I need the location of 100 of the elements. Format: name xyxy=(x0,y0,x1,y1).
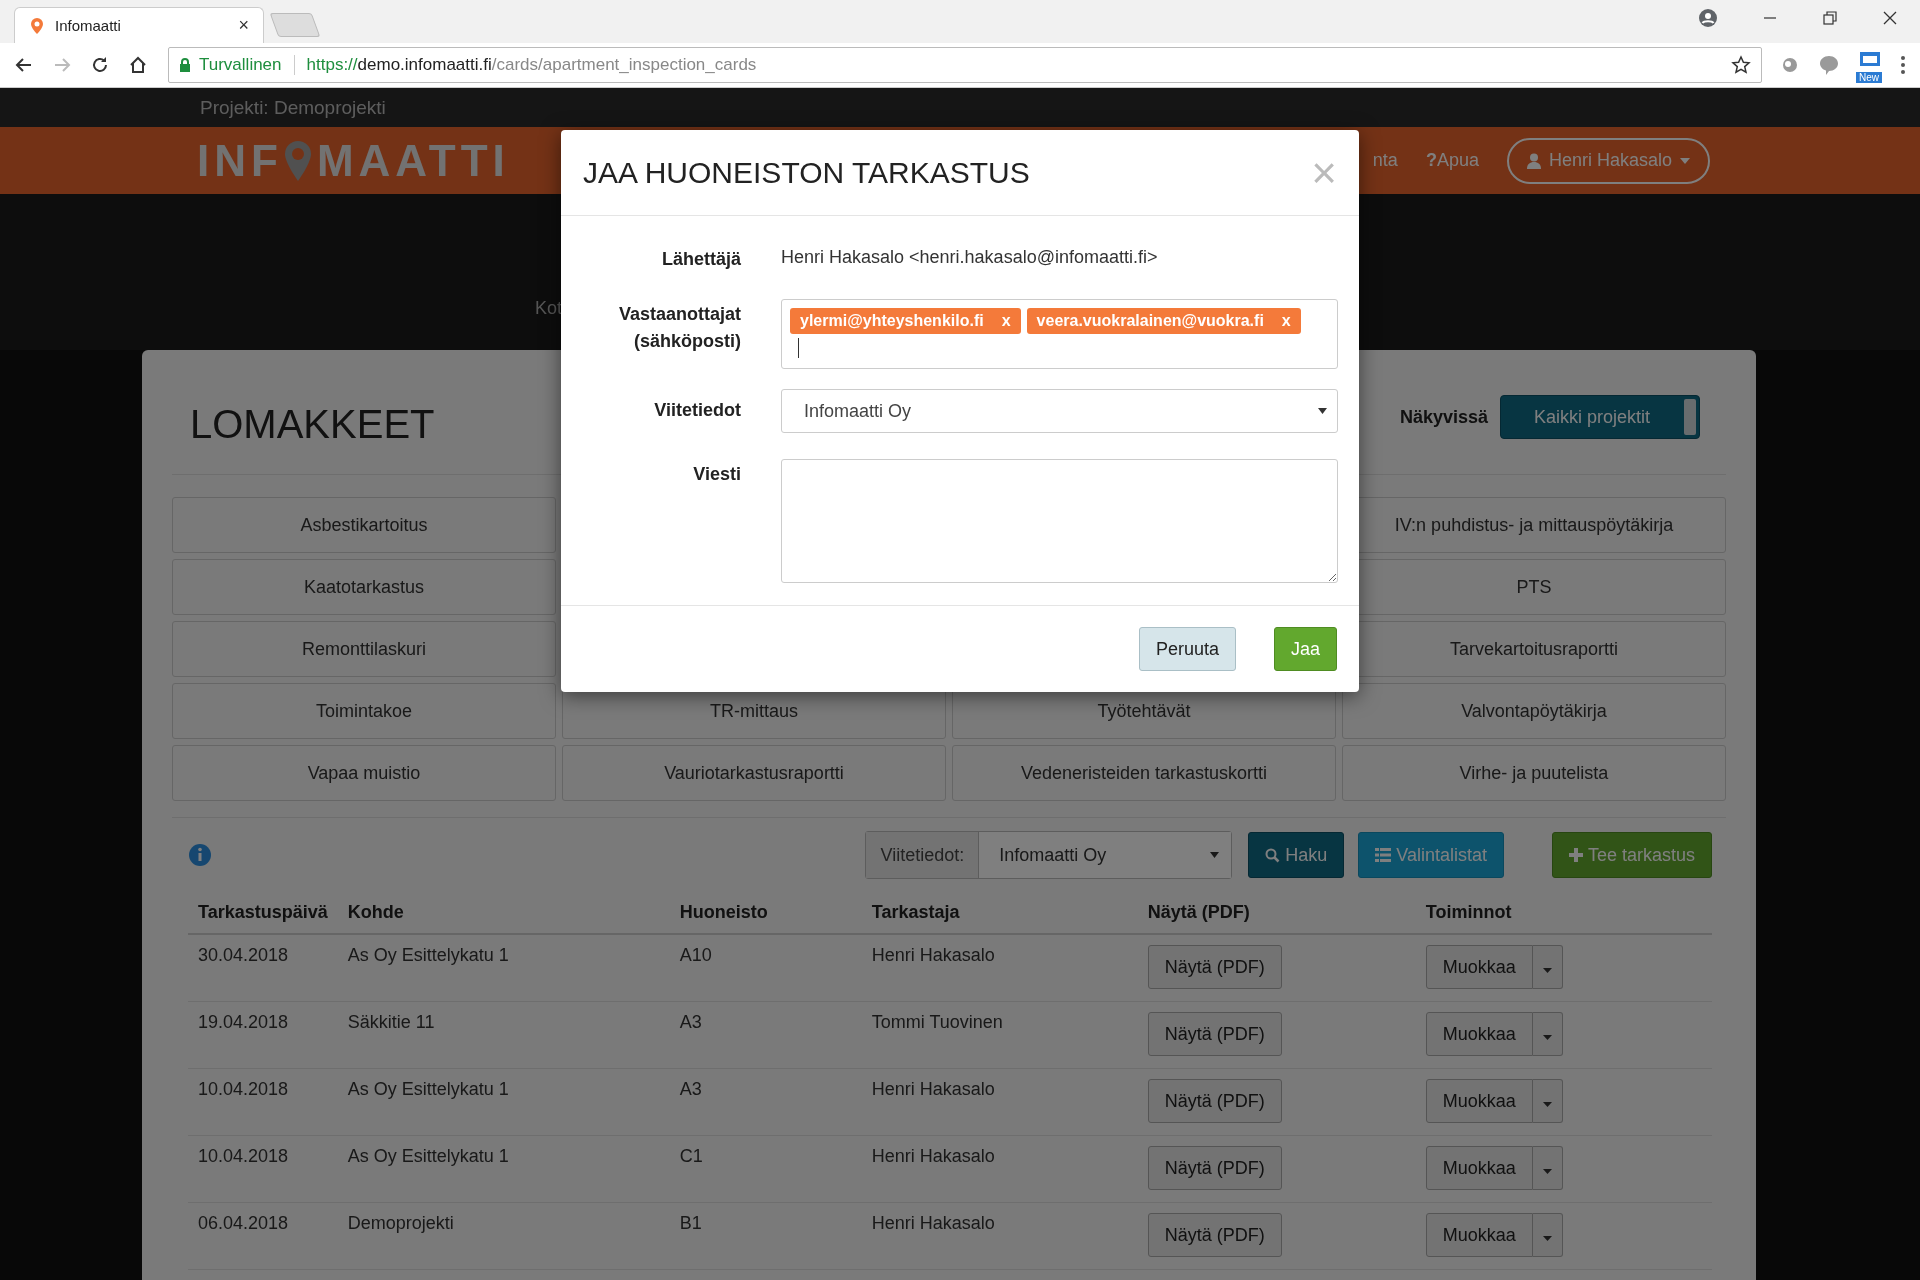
table-cell: B1 xyxy=(679,1213,702,1233)
form-button[interactable]: Vapaa muistio xyxy=(172,745,556,801)
list-icon xyxy=(1375,848,1392,862)
view-pdf-button[interactable]: Näytä (PDF) xyxy=(1147,945,1282,989)
dropdown-button[interactable] xyxy=(1532,945,1563,989)
project-label: Projekti: Demoprojekti xyxy=(200,96,386,119)
form-button[interactable]: Asbestikartoitus xyxy=(172,497,556,553)
star-icon[interactable] xyxy=(1731,55,1751,75)
table-cell: 19.04.2018 xyxy=(198,1012,289,1032)
table-cell: Henri Hakasalo xyxy=(871,1213,995,1233)
new-inspection-button[interactable]: Tee tarkastus xyxy=(1551,832,1712,878)
message-field[interactable] xyxy=(781,459,1338,583)
view-pdf-button[interactable]: Näytä (PDF) xyxy=(1147,1012,1282,1056)
caret-icon xyxy=(1542,967,1552,973)
field-label: Vastaanottajat (sähköposti) xyxy=(617,303,741,353)
home-icon[interactable] xyxy=(128,55,148,75)
sender-text: Henri Hakasalo <henri.hakasalo@infomaatti.fi> xyxy=(781,246,1158,268)
field-label: Viitetiedot xyxy=(653,399,741,422)
table-cell: 10.04.2018 xyxy=(198,1079,289,1099)
cancel-button[interactable]: Peruuta xyxy=(1138,627,1236,671)
edit-button[interactable]: Muokkaa xyxy=(1425,1012,1533,1056)
url-text: https://demo.infomaatti.fi/cards/apartment_inspection_cards xyxy=(306,55,758,75)
section-title: LOMAKKEET xyxy=(190,401,435,447)
table-cell: A3 xyxy=(679,1012,702,1032)
table-cell: Demoprojekti xyxy=(347,1213,454,1233)
restore-icon[interactable] xyxy=(1822,10,1838,26)
visibility-button[interactable]: Kaikki projektit xyxy=(1500,395,1700,439)
info-icon[interactable] xyxy=(188,843,212,867)
pin-icon xyxy=(282,138,313,183)
form-button[interactable]: Toimintakoe xyxy=(172,683,556,739)
caret-icon xyxy=(1680,157,1690,164)
nav-link[interactable]: nta xyxy=(1372,150,1398,171)
view-pdf-button[interactable]: Näytä (PDF) xyxy=(1147,1079,1282,1123)
column-header: Näytä (PDF) xyxy=(1147,902,1250,922)
tab-title: Infomaatti xyxy=(55,17,122,34)
close-tab-button[interactable]: × xyxy=(238,15,249,36)
window-icon[interactable] xyxy=(1859,51,1881,67)
table-cell: Henri Hakasalo xyxy=(871,945,995,965)
edit-button[interactable]: Muokkaa xyxy=(1425,1213,1533,1257)
reference-select[interactable]: Infomaatti Oy xyxy=(781,389,1338,433)
dropdown-button[interactable] xyxy=(1532,1213,1563,1257)
breadcrumb-link[interactable]: Kot xyxy=(535,298,563,318)
column-header: Huoneisto xyxy=(679,902,768,922)
column-header: Toiminnot xyxy=(1425,902,1512,922)
edit-button[interactable]: Muokkaa xyxy=(1425,945,1533,989)
edit-button[interactable]: Muokkaa xyxy=(1425,1146,1533,1190)
dropdown-button[interactable] xyxy=(1532,1146,1563,1190)
user-menu-button[interactable]: Henri Hakasalo xyxy=(1506,137,1710,184)
lock-icon xyxy=(179,57,191,73)
form-button[interactable]: Remonttilaskuri xyxy=(172,621,556,677)
browser-tab[interactable]: Infomaatti × xyxy=(14,7,264,43)
search-icon xyxy=(1265,847,1281,863)
plus-icon xyxy=(1568,848,1583,862)
table-cell: C1 xyxy=(679,1146,703,1166)
lists-button[interactable]: Valintalistat xyxy=(1358,832,1504,878)
caret-icon xyxy=(1542,1235,1552,1241)
dialog-title: JAA HUONEISTON TARKASTUS xyxy=(583,155,1030,190)
table-cell: As Oy Esittelykatu 1 xyxy=(347,1079,509,1099)
search-button[interactable]: Haku xyxy=(1248,832,1345,878)
field-label: Viesti xyxy=(692,463,741,486)
logo-text: INF xyxy=(197,135,283,186)
form-button[interactable]: Vauriotarkastusraportti xyxy=(562,745,946,801)
person-icon xyxy=(1526,152,1541,169)
table-cell: Henri Hakasalo xyxy=(871,1146,995,1166)
close-icon[interactable] xyxy=(1882,10,1898,26)
caret-icon xyxy=(1542,1168,1552,1174)
view-pdf-button[interactable]: Näytä (PDF) xyxy=(1147,1213,1282,1257)
form-button[interactable]: Kaatotarkastus xyxy=(172,559,556,615)
column-header: Tarkastaja xyxy=(871,902,960,922)
help-link[interactable]: ?Apua xyxy=(1425,150,1479,171)
table-cell: As Oy Esittelykatu 1 xyxy=(347,945,509,965)
logo-text: MAATTI xyxy=(316,135,510,186)
dropdown-button[interactable] xyxy=(1532,1012,1563,1056)
edit-button[interactable]: Muokkaa xyxy=(1425,1079,1533,1123)
remove-tag-button[interactable]: x xyxy=(1001,312,1011,330)
recipients-field[interactable]: ylermi@yhteyshenkilo.fi x veera.vuokralainen@vuokra.fi x xyxy=(781,299,1338,369)
pin-icon xyxy=(29,16,45,35)
form-button[interactable]: Valvontapöytäkirja xyxy=(1342,683,1726,739)
share-button[interactable]: Jaa xyxy=(1273,627,1337,671)
menu-icon[interactable] xyxy=(1900,55,1906,75)
field-label: Lähettäjä xyxy=(660,248,741,271)
table-cell: Säkkitie 11 xyxy=(347,1012,435,1032)
form-button[interactable]: Vedeneristeiden tarkastuskortti xyxy=(952,745,1336,801)
reload-icon[interactable] xyxy=(90,55,110,75)
address-bar[interactable]: Turvallinen https://demo.infomaatti.fi/cards/apartment_inspection_cards xyxy=(168,47,1762,83)
speech-bubble-icon[interactable] xyxy=(1818,54,1840,76)
column-header: Tarkastuspäivä xyxy=(198,902,328,922)
account-icon[interactable] xyxy=(1698,8,1718,28)
table-cell: Tommi Tuovinen xyxy=(871,1012,1003,1032)
table-cell: 10.04.2018 xyxy=(198,1146,289,1166)
security-label: Turvallinen xyxy=(199,55,282,75)
email-tag: ylermi@yhteyshenkilo.fi x xyxy=(790,308,1021,334)
column-header: Kohde xyxy=(347,902,404,922)
form-button[interactable]: Virhe- ja puutelista xyxy=(1342,745,1726,801)
table-cell: 30.04.2018 xyxy=(198,945,289,965)
caret-icon xyxy=(1542,1034,1552,1040)
dropdown-button[interactable] xyxy=(1532,1079,1563,1123)
table-cell: A10 xyxy=(679,945,712,965)
remove-tag-button[interactable]: x xyxy=(1281,312,1291,330)
view-pdf-button[interactable]: Näytä (PDF) xyxy=(1147,1146,1282,1190)
